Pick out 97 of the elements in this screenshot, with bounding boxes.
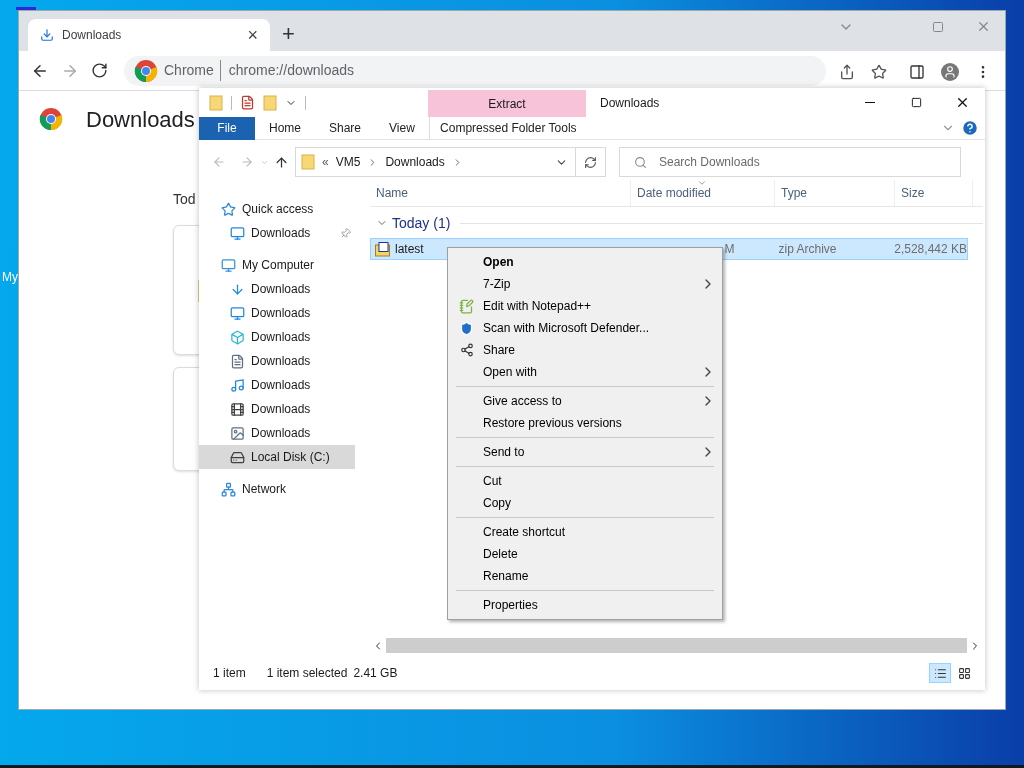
properties-icon[interactable]	[240, 95, 255, 110]
menu-item[interactable]: Properties	[448, 594, 722, 616]
address-bar[interactable]: « VM5 Downloads	[295, 147, 576, 177]
ribbon-tab[interactable]: Home	[255, 116, 315, 140]
bookmark-star-icon[interactable]	[871, 64, 887, 80]
status-size: 2.41 GB	[353, 665, 398, 682]
share-icon	[459, 343, 474, 357]
refresh-icon	[584, 155, 597, 169]
menu-item[interactable]: Create shortcut	[448, 521, 722, 543]
nav-item[interactable]: Downloads	[199, 277, 355, 301]
nav-item[interactable]: Downloads	[199, 349, 355, 373]
status-selection: 1 item selected	[266, 665, 348, 682]
drive-icon	[230, 449, 245, 465]
network-icon	[221, 481, 236, 497]
ribbon-tab[interactable]: View	[375, 116, 429, 140]
chrome-logo-icon	[39, 107, 63, 131]
ribbon-tab[interactable]: File	[199, 116, 255, 140]
new-tab-button[interactable]: +	[282, 23, 295, 45]
refresh-button[interactable]	[576, 147, 606, 177]
nav-item[interactable]: Downloads	[199, 221, 355, 245]
column-header[interactable]: Size	[895, 180, 973, 206]
window-title: Downloads	[600, 94, 660, 112]
document-icon	[230, 353, 245, 369]
nav-item[interactable]: Quick access	[199, 197, 355, 221]
reload-icon[interactable]	[91, 62, 108, 79]
nav-item[interactable]: Local Disk (C:)	[199, 445, 355, 469]
page-title: Downloads	[86, 106, 195, 134]
up-icon[interactable]	[274, 154, 289, 170]
music-note-icon	[230, 377, 245, 393]
menu-item[interactable]: Open	[448, 251, 722, 273]
zip-file-icon	[375, 241, 391, 257]
group-header[interactable]: Today (1)	[392, 212, 451, 234]
menu-item[interactable]: Send to	[448, 441, 722, 463]
section-label: Tod	[173, 190, 196, 209]
context-tab-header: Extract	[428, 90, 586, 117]
folder-icon	[301, 154, 315, 170]
ribbon-tab[interactable]: Share	[315, 116, 376, 140]
menu-item[interactable]: 7-Zip	[448, 273, 722, 295]
breadcrumb[interactable]: Downloads	[385, 153, 445, 171]
size-cell-text: 2,528,442 KB	[893, 241, 967, 258]
breadcrumb[interactable]: VM5	[335, 153, 361, 171]
notepad-icon	[459, 298, 474, 314]
column-header[interactable]: Name	[370, 180, 631, 206]
forward-icon[interactable]	[240, 155, 254, 169]
share-icon[interactable]	[839, 64, 855, 80]
picture-icon	[230, 425, 245, 441]
menu-item[interactable]: Scan with Microsoft Defender...	[448, 317, 722, 339]
tab-close-button[interactable]: ×	[247, 21, 258, 49]
status-item-count: 1 item	[213, 665, 246, 682]
browser-tab[interactable]: Downloads ×	[28, 19, 270, 51]
film-icon	[230, 401, 245, 417]
search-icon	[634, 155, 647, 169]
star-icon	[221, 201, 236, 217]
menu-item[interactable]: Delete	[448, 543, 722, 565]
menu-item[interactable]: Open with	[448, 361, 722, 383]
menu-item[interactable]: Rename	[448, 565, 722, 587]
details-view-icon	[933, 666, 947, 680]
download-icon	[40, 28, 54, 42]
nav-item[interactable]: Downloads	[199, 373, 355, 397]
tiles-view-icon	[957, 666, 971, 680]
column-header[interactable]: Date modified	[631, 180, 775, 206]
monitor-icon	[230, 225, 245, 241]
type-cell-text: zip Archive	[777, 241, 838, 258]
menu-item[interactable]: Share	[448, 339, 722, 361]
menu-item[interactable]: Give access to	[448, 390, 722, 412]
search-field[interactable]: Search Downloads	[619, 147, 961, 177]
folder-icon	[209, 94, 223, 111]
profile-icon[interactable]	[941, 63, 959, 81]
new-folder-icon	[263, 94, 277, 111]
menu-item[interactable]: Edit with Notepad++	[448, 295, 722, 317]
nav-item[interactable]: Downloads	[199, 325, 355, 349]
nav-item[interactable]: Network	[199, 477, 355, 501]
nav-item[interactable]: Downloads	[199, 397, 355, 421]
menu-item[interactable]: Cut	[448, 470, 722, 492]
chrome-logo-icon	[134, 58, 158, 83]
menu-item[interactable]: Restore previous versions	[448, 412, 722, 434]
cube-icon	[230, 329, 245, 345]
side-panel-icon[interactable]	[909, 64, 925, 80]
nav-item[interactable]: My Computer	[199, 253, 355, 277]
minimize-icon	[865, 102, 875, 103]
file-name: latest	[395, 241, 424, 258]
nav-item[interactable]: Downloads	[199, 421, 355, 445]
monitor-icon	[221, 257, 236, 273]
maximize-icon[interactable]	[932, 21, 944, 33]
monitor-icon	[230, 305, 245, 321]
down-arrow-icon	[230, 281, 245, 297]
menu-item[interactable]: Copy	[448, 492, 722, 514]
column-header[interactable]: Type	[775, 180, 895, 206]
close-icon[interactable]	[976, 19, 991, 34]
date-cell-text: M	[723, 241, 736, 258]
address-bar[interactable]: Chrome chrome://downloads	[124, 55, 826, 86]
maximize-icon	[910, 97, 922, 108]
ribbon-tab[interactable]: Compressed Folder Tools	[428, 116, 587, 140]
help-icon[interactable]	[961, 119, 979, 137]
nav-item[interactable]: Downloads	[199, 301, 355, 325]
shield-icon	[459, 320, 474, 336]
details-view-button[interactable]	[929, 663, 951, 683]
